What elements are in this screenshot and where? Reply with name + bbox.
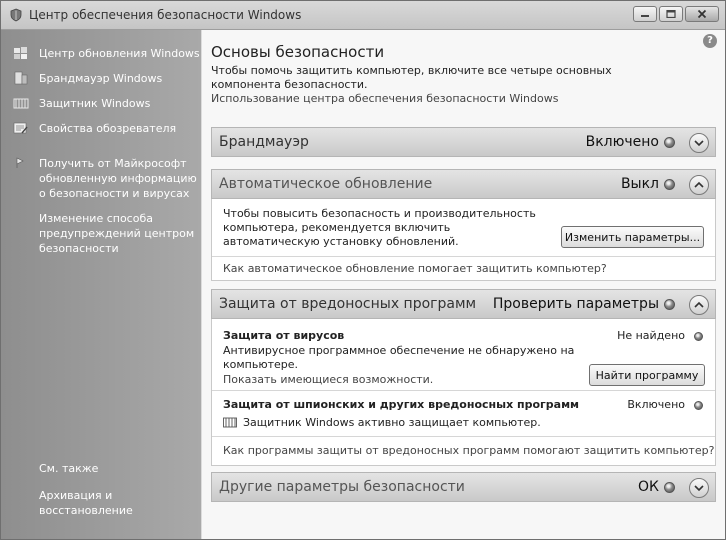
section-auto-update[interactable]: Автоматическое обновление Выкл: [211, 169, 716, 199]
auto-update-help-link[interactable]: Как автоматическое обновление помогает з…: [223, 262, 607, 276]
status-dot-icon: [664, 299, 675, 310]
sidebar-item-label: Свойства обозревателя: [39, 122, 177, 135]
divider: [212, 256, 715, 257]
status-dot-icon: [694, 401, 703, 410]
status-dot-icon: [694, 332, 703, 341]
spyware-description: Защитник Windows активно защищает компью…: [243, 416, 541, 429]
security-shield-icon: [10, 8, 22, 22]
status-text: ОК: [638, 479, 659, 495]
virus-protection-title: Защита от вирусов: [223, 329, 345, 342]
section-other-settings[interactable]: Другие параметры безопасности ОК: [211, 472, 716, 502]
panel-auto-update: Чтобы повысить безопасность и производит…: [211, 199, 716, 281]
spyware-status-text: Включено: [627, 398, 685, 411]
chevron-down-icon: [694, 140, 704, 147]
status-text: Проверить параметры: [492, 296, 659, 312]
section-title: Брандмауэр: [219, 134, 309, 150]
status-dot-icon: [664, 137, 675, 148]
find-program-button[interactable]: Найти программу: [589, 364, 705, 386]
divider: [212, 390, 715, 391]
auto-update-description: Чтобы повысить безопасность и производит…: [223, 207, 536, 248]
main-content: ? Основы безопасности Чтобы помочь защит…: [202, 30, 725, 539]
panel-malware-protection: Защита от вирусов Не найдено Антивирусно…: [211, 319, 716, 466]
sidebar: Центр обновления Windows Брандмауэр Wind…: [1, 30, 201, 539]
collapse-button[interactable]: [689, 295, 709, 315]
sidebar-link-backup[interactable]: Архивация и восстановление: [39, 488, 133, 518]
expand-button[interactable]: [689, 133, 709, 153]
close-icon: [697, 9, 707, 19]
windows-update-icon: [14, 47, 27, 59]
sidebar-item-label: Центр обновления Windows: [39, 47, 200, 60]
title-bar: Центр обеспечения безопасности Windows: [1, 1, 725, 30]
window-title: Центр обеспечения безопасности Windows: [29, 8, 302, 22]
window-controls: [631, 6, 719, 22]
status-dot-icon: [664, 482, 675, 493]
sidebar-item-firewall[interactable]: Брандмауэр Windows: [13, 71, 162, 86]
page-title: Основы безопасности: [211, 43, 385, 61]
help-link-security-center[interactable]: Использование центра обеспечения безопас…: [211, 92, 558, 105]
spyware-protection-title: Защита от шпионских и других вредоносных…: [223, 398, 580, 411]
close-button[interactable]: [685, 6, 719, 22]
expand-button[interactable]: [689, 478, 709, 498]
defender-icon: [13, 98, 29, 109]
section-firewall[interactable]: Брандмауэр Включено: [211, 127, 716, 157]
sidebar-item-label: Защитник Windows: [39, 97, 151, 110]
internet-options-icon: [13, 122, 28, 134]
show-options-link[interactable]: Показать имеющиеся возможности.: [223, 373, 433, 387]
help-icon[interactable]: ?: [703, 34, 717, 48]
change-settings-button[interactable]: Изменить параметры...: [561, 226, 704, 248]
malware-help-link[interactable]: Как программы защиты от вредоносных прог…: [223, 444, 714, 458]
section-title: Автоматическое обновление: [219, 176, 433, 192]
globe-info-icon: [16, 157, 24, 168]
page-subtitle: Чтобы помочь защитить компьютер, включит…: [211, 64, 612, 91]
sidebar-item-label: Брандмауэр Windows: [39, 72, 163, 85]
sidebar-item-windows-update[interactable]: Центр обновления Windows: [13, 46, 200, 61]
virus-description: Антивирусное программное обеспечение не …: [223, 344, 575, 371]
divider: [212, 436, 715, 437]
sidebar-item-internet-options[interactable]: Свойства обозревателя: [13, 121, 176, 136]
status-dot-icon: [664, 179, 675, 190]
defender-icon: [223, 417, 237, 428]
sidebar-item-get-security-info[interactable]: Получить от Майкрософт обновленную инфор…: [13, 156, 197, 201]
section-title: Другие параметры безопасности: [219, 479, 465, 495]
minimize-button[interactable]: [633, 6, 657, 22]
status-text: Включено: [585, 134, 659, 150]
firewall-icon: [14, 71, 28, 85]
collapse-button[interactable]: [689, 175, 709, 195]
virus-status-text: Не найдено: [617, 329, 685, 342]
sidebar-item-label: Получить от Майкрософт обновленную инфор…: [39, 157, 197, 200]
maximize-button[interactable]: [659, 6, 683, 22]
see-also-heading: См. также: [39, 462, 99, 475]
chevron-down-icon: [694, 485, 704, 492]
chevron-up-icon: [694, 301, 704, 308]
maximize-icon: [666, 10, 676, 18]
section-title: Защита от вредоносных программ: [219, 296, 477, 312]
sidebar-item-defender[interactable]: Защитник Windows: [13, 96, 150, 111]
status-text: Выкл: [620, 176, 659, 192]
sidebar-item-change-alerts[interactable]: Изменение способа предупреждений центром…: [39, 211, 194, 256]
section-malware-protection[interactable]: Защита от вредоносных программ Проверить…: [211, 289, 716, 319]
security-center-window: Центр обеспечения безопасности Windows Ц…: [0, 0, 726, 540]
chevron-up-icon: [694, 181, 704, 188]
minimize-icon: [641, 15, 649, 17]
